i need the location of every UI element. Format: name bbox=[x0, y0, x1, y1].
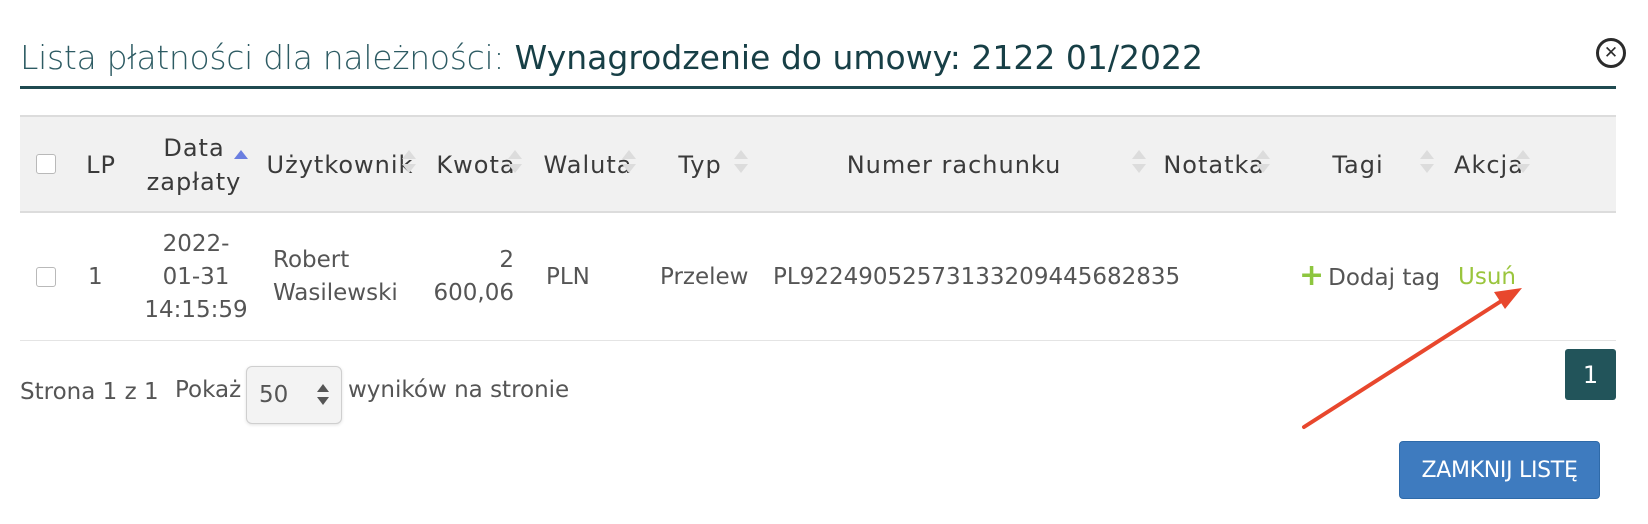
column-header-date[interactable]: Data zapłaty bbox=[140, 117, 248, 213]
sort-icon[interactable] bbox=[1256, 150, 1270, 176]
cell-date: 2022-01-31 14:15:59 bbox=[144, 230, 248, 323]
column-header-note[interactable]: Notatka bbox=[1163, 117, 1263, 213]
page-info: Strona 1 z 1 bbox=[20, 379, 159, 405]
cell-currency: PLN bbox=[546, 263, 590, 290]
pagination-page-1[interactable]: 1 bbox=[1565, 349, 1616, 400]
sort-icon[interactable] bbox=[402, 150, 416, 176]
cell-lp: 1 bbox=[88, 263, 103, 290]
column-header-tags[interactable]: Tagi bbox=[1324, 117, 1392, 213]
cell-amount: 2 600,06 bbox=[433, 247, 514, 306]
delete-link-label[interactable]: Usuń bbox=[1458, 261, 1516, 294]
column-header-type[interactable]: Typ bbox=[670, 117, 730, 213]
sort-icon[interactable] bbox=[508, 150, 522, 176]
sort-icon[interactable] bbox=[1420, 150, 1434, 176]
table-header: LP Data zapłaty Użytkownik Kwota Waluta … bbox=[20, 115, 1616, 213]
delete-link[interactable]: Usuń bbox=[1458, 213, 1528, 341]
per-page-select[interactable]: 50 bbox=[246, 366, 342, 424]
show-label: Pokaż bbox=[175, 377, 242, 403]
cell-type: Przelew bbox=[660, 263, 749, 290]
add-tag-button[interactable]: + Dodaj tag bbox=[1299, 213, 1441, 341]
column-header-user[interactable]: Użytkownik bbox=[267, 117, 413, 213]
column-header-currency[interactable]: Waluta bbox=[544, 117, 632, 213]
column-header-action[interactable]: Akcja bbox=[1452, 117, 1526, 213]
select-all-checkbox[interactable] bbox=[36, 154, 56, 174]
sort-icon[interactable] bbox=[734, 150, 748, 176]
per-page-value: 50 bbox=[259, 382, 289, 408]
add-tag-label: Dodaj tag bbox=[1328, 265, 1441, 291]
sort-icon[interactable] bbox=[1516, 150, 1530, 176]
payments-table: LP Data zapłaty Użytkownik Kwota Waluta … bbox=[20, 115, 1616, 341]
column-header-amount[interactable]: Kwota bbox=[436, 117, 516, 213]
table-row: 1 2022-01-31 14:15:59 Robert Wasilewski … bbox=[20, 213, 1616, 341]
select-caret-icon bbox=[317, 384, 329, 408]
sort-icon[interactable] bbox=[622, 150, 636, 176]
close-list-button[interactable]: ZAMKNIJ LISTĘ bbox=[1399, 441, 1600, 499]
title-subject: Wynagrodzenie do umowy: 2122 01/2022 bbox=[514, 38, 1203, 77]
per-page-suffix: wyników na stronie bbox=[348, 377, 570, 403]
cell-user: Robert Wasilewski bbox=[273, 247, 398, 306]
row-checkbox[interactable] bbox=[36, 267, 56, 287]
payments-modal: Lista płatności dla należności: Wynagrod… bbox=[0, 0, 1648, 524]
dialog-title: Lista płatności dla należności: Wynagrod… bbox=[20, 34, 1616, 89]
sort-asc-icon[interactable] bbox=[234, 150, 248, 176]
cell-note bbox=[1166, 213, 1266, 341]
column-header-lp[interactable]: LP bbox=[76, 117, 126, 213]
plus-icon: + bbox=[1299, 258, 1325, 293]
close-icon[interactable]: ✕ bbox=[1596, 38, 1626, 68]
column-header-account[interactable]: Numer rachunku bbox=[840, 117, 1068, 213]
title-prefix: Lista płatności dla należności: bbox=[20, 38, 505, 77]
sort-icon[interactable] bbox=[1132, 150, 1146, 176]
cell-account: PL92249052573133209445682835 bbox=[773, 263, 1181, 290]
